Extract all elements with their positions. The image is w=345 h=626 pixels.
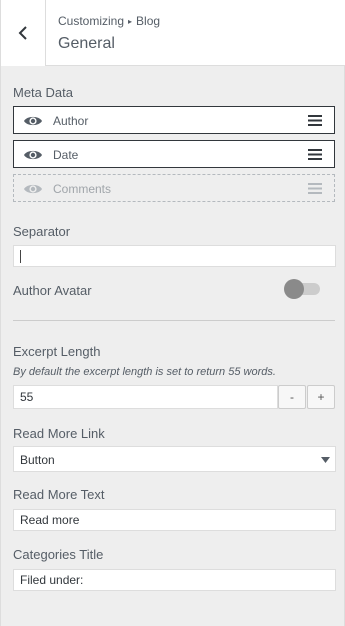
decrement-button[interactable]: -: [278, 385, 306, 409]
breadcrumb: Customizing ▸ Blog: [58, 14, 160, 28]
excerpt-length-input[interactable]: 55: [13, 385, 278, 409]
read-more-link-label: Read More Link: [13, 426, 105, 441]
panel-header: Customizing ▸ Blog General: [1, 0, 345, 66]
text-caret: [20, 250, 21, 264]
drag-handle-icon[interactable]: [308, 183, 322, 194]
author-avatar-label: Author Avatar: [13, 283, 92, 298]
customizer-panel: Customizing ▸ Blog General Meta Data Aut…: [0, 0, 345, 626]
read-more-text-value: Read more: [20, 513, 80, 527]
read-more-link-select[interactable]: Button: [13, 446, 336, 472]
eye-icon[interactable]: [23, 148, 43, 162]
author-avatar-toggle[interactable]: [284, 279, 322, 299]
excerpt-length-value: 55: [20, 390, 34, 404]
breadcrumb-root: Customizing: [58, 14, 125, 28]
excerpt-length-label: Excerpt Length: [13, 344, 101, 359]
eye-icon[interactable]: [23, 114, 43, 128]
page-title: General: [58, 35, 115, 52]
meta-item-author[interactable]: Author: [13, 106, 335, 134]
meta-item-date[interactable]: Date: [13, 140, 335, 168]
read-more-link-selected: Button: [20, 453, 55, 467]
categories-title-input[interactable]: Filed under:: [13, 569, 336, 591]
meta-item-label: Comments: [53, 182, 112, 196]
meta-item-comments[interactable]: Comments: [13, 174, 335, 202]
divider: [13, 320, 335, 321]
meta-item-label: Author: [53, 114, 89, 128]
categories-title-value: Filed under:: [20, 573, 84, 587]
drag-handle-icon[interactable]: [308, 115, 322, 126]
eye-icon[interactable]: [23, 182, 43, 196]
increment-button[interactable]: +: [307, 385, 335, 409]
back-button[interactable]: [1, 0, 46, 66]
triangle-right-icon: ▸: [128, 16, 133, 26]
caret-down-icon: [321, 457, 330, 463]
separator-label: Separator: [13, 224, 71, 239]
toggle-knob: [284, 279, 304, 299]
chevron-left-icon: [18, 26, 27, 40]
read-more-text-input[interactable]: Read more: [13, 509, 336, 531]
separator-input[interactable]: [13, 245, 336, 267]
breadcrumb-child: Blog: [136, 14, 161, 28]
read-more-text-label: Read More Text: [13, 487, 105, 502]
meta-data-label: Meta Data: [13, 85, 73, 100]
excerpt-description: By default the excerpt length is set to …: [13, 366, 276, 378]
categories-title-label: Categories Title: [13, 547, 104, 562]
drag-handle-icon[interactable]: [308, 149, 322, 160]
meta-item-label: Date: [53, 148, 79, 162]
